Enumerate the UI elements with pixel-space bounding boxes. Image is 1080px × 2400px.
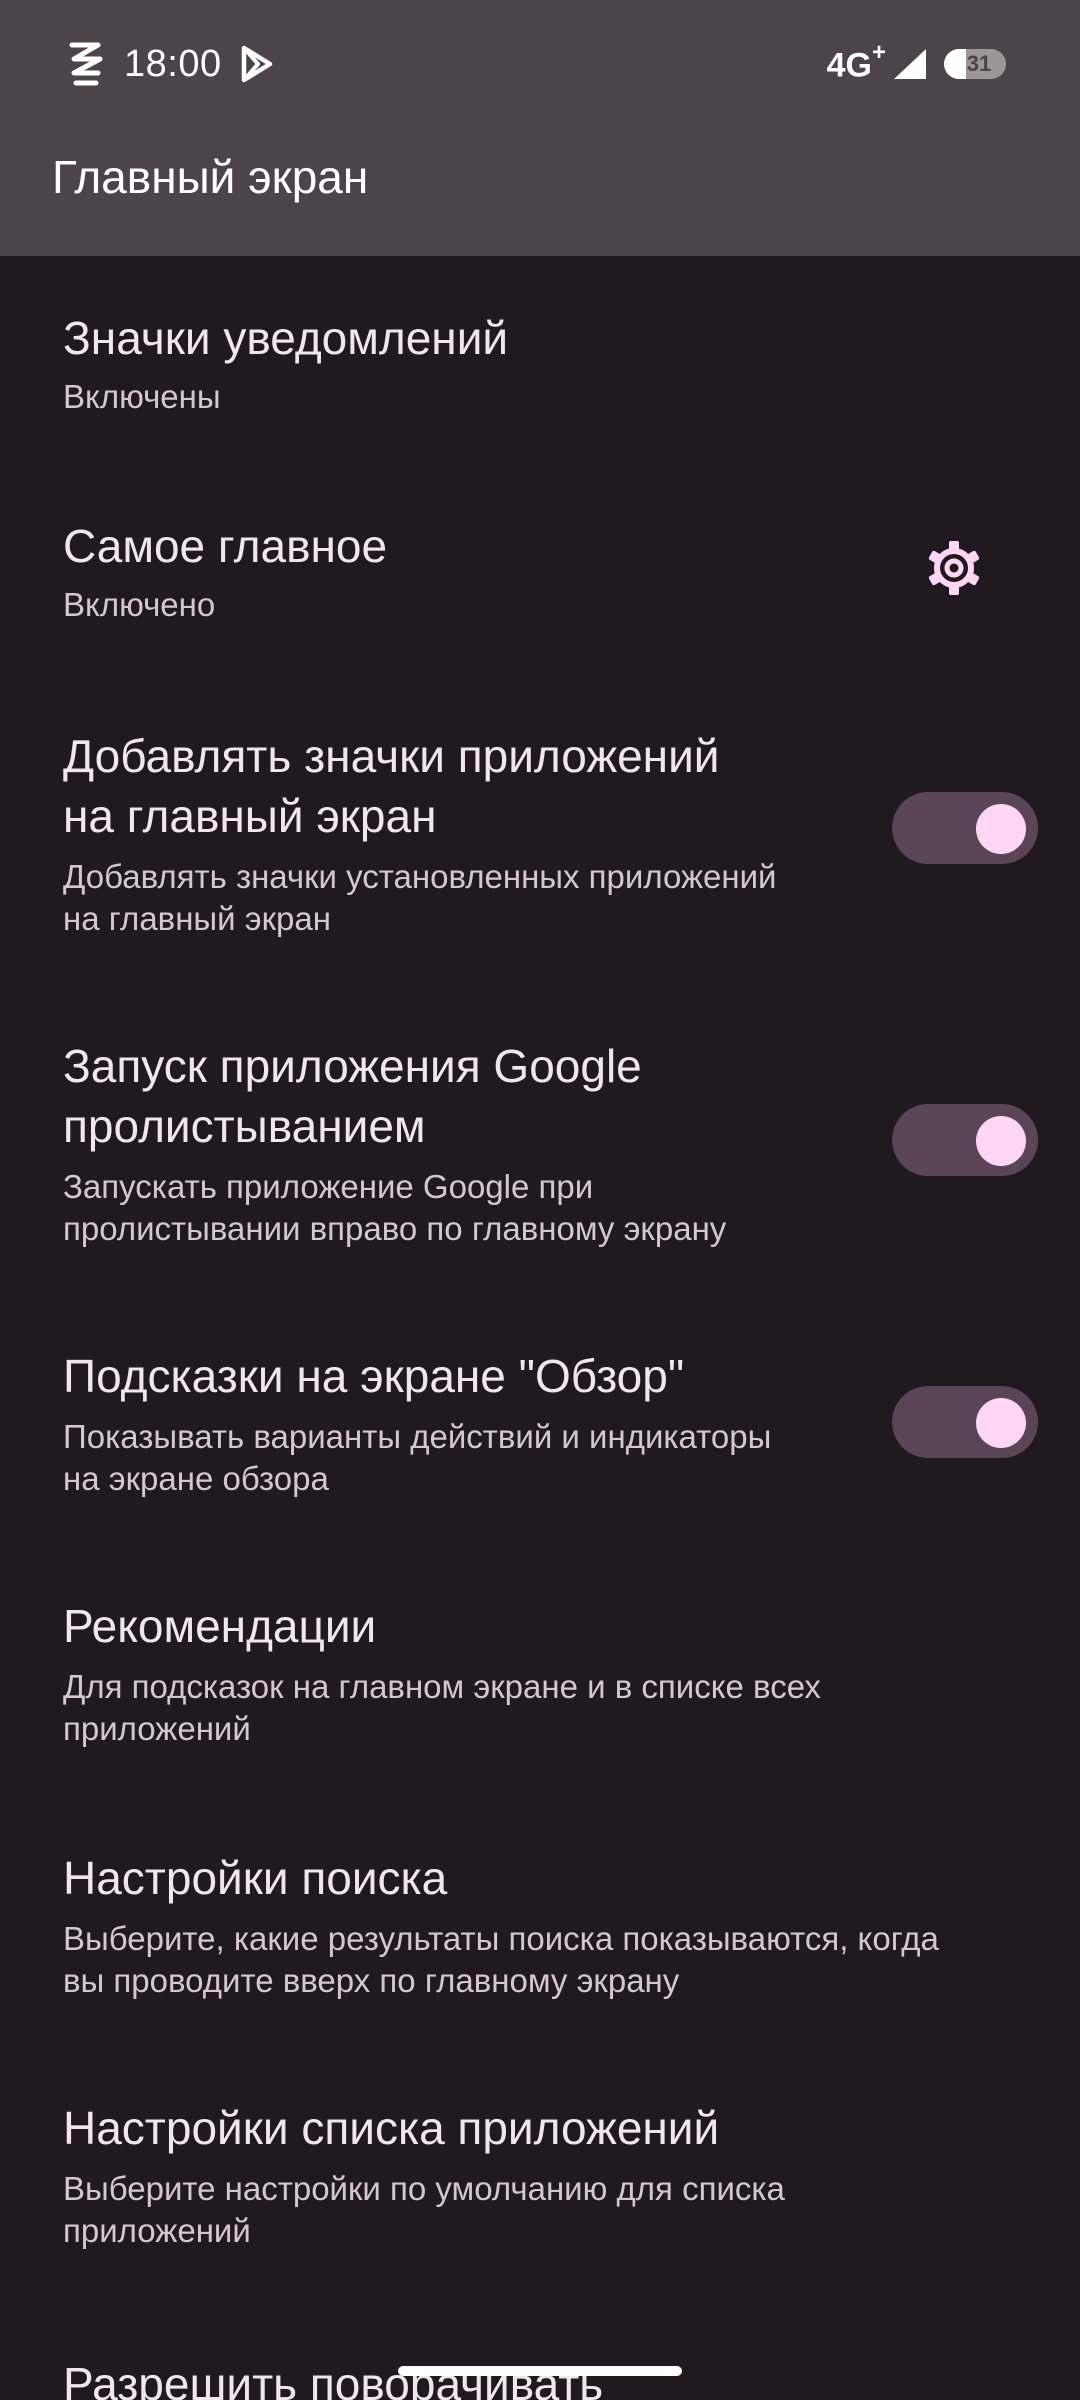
network-type-label: 4G [826, 46, 872, 85]
setting-title-line1: Добавлять значки приложений [63, 730, 720, 782]
setting-text: Рекомендации Для подсказок на главном эк… [63, 1596, 821, 1750]
gesture-navigation-handle[interactable] [398, 2366, 682, 2376]
setting-text: Самое главное Включено [63, 516, 387, 626]
play-store-icon [241, 45, 272, 83]
setting-overview-suggestions[interactable]: Подсказки на экране "Обзор" Показывать в… [0, 1320, 1080, 1520]
setting-title: Настройки поиска [63, 1852, 448, 1904]
setting-title: Разрешить поворачивать [63, 2358, 604, 2400]
setting-title: Значки уведомлений [63, 312, 509, 364]
setting-summary-line1: Выберите, какие результаты поиска показы… [63, 1920, 939, 1957]
network-plus-label: + [871, 38, 886, 66]
setting-at-a-glance[interactable]: Самое главное Включено [0, 470, 1080, 660]
setting-text: Настройки поиска Выберите, какие результ… [63, 1848, 939, 2002]
setting-suggestions[interactable]: Рекомендации Для подсказок на главном эк… [0, 1570, 1080, 1770]
launcher-app-icon [69, 42, 103, 86]
setting-search[interactable]: Настройки поиска Выберите, какие результ… [0, 1820, 1080, 2020]
setting-summary-line2: на главный экран [63, 900, 331, 937]
setting-summary-line2: вы проводите вверх по главному экрану [63, 1962, 680, 1999]
page-title: Главный экран [52, 151, 369, 203]
setting-summary-line2: пролистывании вправо по главному экрану [63, 1210, 727, 1247]
setting-text: Разрешить поворачивать [63, 2354, 603, 2400]
setting-summary-line2: приложений [63, 1710, 251, 1747]
setting-title: Рекомендации [63, 1600, 377, 1652]
network-type: 4G+ [826, 39, 886, 85]
setting-google-swipe[interactable]: Запуск приложения Google пролистыванием … [0, 1010, 1080, 1260]
setting-notification-dots[interactable]: Значки уведомлений Включены [0, 256, 1080, 440]
setting-summary: Включено [63, 586, 216, 623]
setting-title: Настройки списка приложений [63, 2102, 720, 2154]
add-app-icons-toggle[interactable] [892, 792, 1038, 864]
status-time: 18:00 [124, 42, 222, 85]
setting-text: Настройки списка приложений Выберите нас… [63, 2098, 785, 2252]
status-left: 18:00 [64, 38, 276, 90]
status-right: 4G+ 31 [827, 38, 1006, 90]
setting-title-line2: на главный экран [63, 790, 437, 842]
app-header: 18:00 4G+ 31 Главный экран [0, 0, 1080, 256]
setting-summary-line1: Выберите настройки по умолчанию для спис… [63, 2170, 785, 2207]
setting-summary-line2: на экране обзора [63, 1460, 329, 1497]
setting-text: Запуск приложения Google пролистыванием … [63, 1036, 726, 1250]
signal-strength-icon [894, 49, 926, 79]
battery-percent: 31 [966, 51, 992, 76]
setting-summary-line1: Добавлять значки установленных приложени… [63, 858, 777, 895]
setting-add-app-icons[interactable]: Добавлять значки приложений на главный э… [0, 700, 1080, 950]
setting-text: Значки уведомлений Включены [63, 308, 508, 418]
home-screen-settings: 18:00 4G+ 31 Главный экран Значки уведом… [0, 0, 1080, 2400]
setting-title-line2: пролистыванием [63, 1100, 426, 1152]
setting-text: Подсказки на экране "Обзор" Показывать в… [63, 1346, 771, 1500]
setting-title-line1: Запуск приложения Google [63, 1040, 642, 1092]
setting-summary: Включены [63, 378, 221, 415]
toggle-thumb [976, 804, 1026, 854]
setting-allow-rotation[interactable]: Разрешить поворачивать [0, 2330, 1080, 2400]
setting-summary-line1: Показывать варианты действий и индикатор… [63, 1418, 772, 1455]
overview-suggestions-toggle[interactable] [892, 1386, 1038, 1458]
toggle-thumb [976, 1116, 1026, 1166]
status-bar: 18:00 4G+ 31 [0, 0, 1080, 128]
setting-title: Подсказки на экране "Обзор" [63, 1350, 685, 1402]
setting-text: Добавлять значки приложений на главный э… [63, 726, 776, 940]
setting-title: Самое главное [63, 520, 388, 572]
setting-summary-line1: Запускать приложение Google при [63, 1168, 594, 1205]
setting-summary-line2: приложений [63, 2212, 251, 2249]
gear-icon[interactable] [926, 540, 982, 596]
battery-icon: 31 [944, 49, 1006, 79]
setting-app-list[interactable]: Настройки списка приложений Выберите нас… [0, 2072, 1080, 2272]
toggle-thumb [976, 1398, 1026, 1448]
setting-summary-line1: Для подсказок на главном экране и в спис… [63, 1668, 821, 1705]
google-swipe-toggle[interactable] [892, 1104, 1038, 1176]
